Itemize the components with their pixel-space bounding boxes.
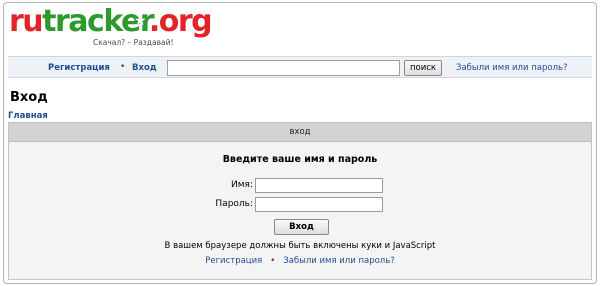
login-submit-button[interactable]: Вход [274, 219, 329, 235]
nav-separator: • [120, 62, 126, 72]
page-title: Вход [10, 90, 48, 105]
logo-tagline: Скачал? – Раздавай! [93, 38, 174, 47]
panel-link-separator: • [270, 256, 276, 266]
logo-wordmark: rutracker.org [9, 4, 213, 39]
search-button[interactable]: поиск [404, 60, 442, 76]
panel-forgot-password-link[interactable]: Забыли имя или пароль? [283, 256, 395, 266]
top-nav-bar: Регистрация • Вход поиск Забыли имя или … [8, 56, 592, 78]
login-panel-heading: Введите ваше имя и пароль [222, 154, 378, 165]
login-panel: вход Введите ваше имя и пароль Имя: Паро… [8, 122, 592, 280]
cookie-javascript-note: В вашем браузере должны быть включены ку… [164, 241, 436, 251]
username-field[interactable] [255, 178, 383, 193]
nav-login-link[interactable]: Вход [132, 63, 157, 73]
login-panel-header: вход [9, 123, 591, 142]
site-logo[interactable]: rutracker.org ★ Скачал? – Раздавай! [9, 6, 213, 50]
password-field[interactable] [255, 197, 383, 212]
nav-register-link[interactable]: Регистрация [48, 63, 110, 73]
search-input[interactable] [167, 60, 400, 76]
nav-forgot-password-link[interactable]: Забыли имя или пароль? [456, 63, 568, 73]
breadcrumb-home-link[interactable]: Главная [8, 111, 48, 121]
panel-register-link[interactable]: Регистрация [205, 256, 262, 266]
star-icon: ★ [134, 13, 147, 29]
login-panel-links: Регистрация • Забыли имя или пароль? [9, 256, 591, 266]
password-label: Пароль: [215, 199, 253, 209]
username-label: Имя: [231, 180, 253, 190]
